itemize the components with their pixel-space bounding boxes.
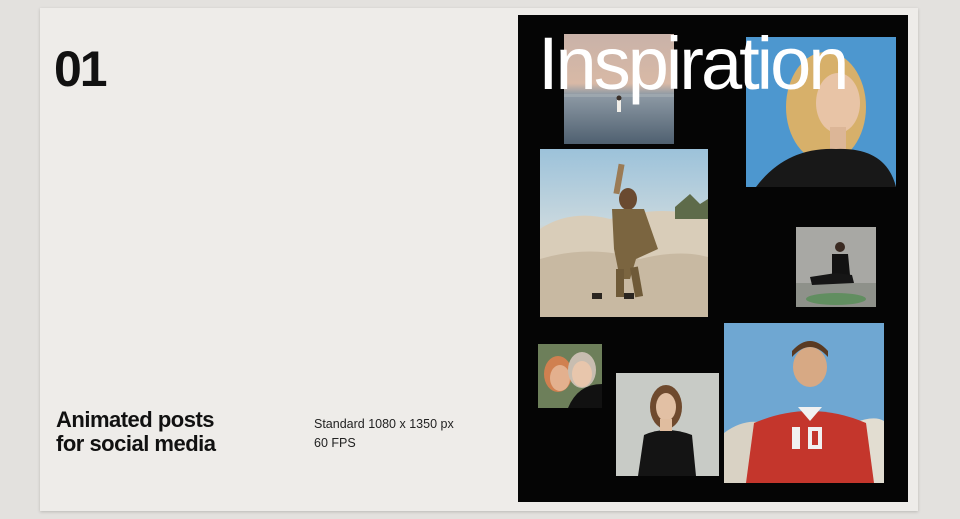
photo-two-faces — [538, 344, 602, 408]
poster-mockup: Inspiration — [518, 15, 908, 502]
woman-black-dress-image — [616, 373, 719, 476]
slide-title-line-2: for social media — [56, 431, 216, 456]
slide-specs: Standard 1080 x 1350 px 60 FPS — [314, 415, 454, 453]
photo-woman-on-rocks — [540, 149, 708, 317]
photo-man-red-jersey — [724, 323, 884, 483]
man-red-jersey-image — [724, 323, 884, 483]
two-faces-image — [538, 344, 602, 408]
photo-woman-black-dress — [616, 373, 719, 476]
spec-resolution: Standard 1080 x 1350 px — [314, 417, 454, 431]
woman-on-rocks-image — [540, 149, 708, 317]
seated-figure-image — [796, 227, 876, 307]
spec-fps: 60 FPS — [314, 436, 356, 450]
slide-title: Animated posts for social media — [56, 408, 216, 456]
slide-number: 01 — [54, 41, 108, 97]
poster-title: Inspiration — [538, 22, 849, 105]
slide-title-line-1: Animated posts — [56, 407, 215, 432]
slide-card: 01 Animated posts for social media Stand… — [40, 8, 918, 511]
photo-seated-figure — [796, 227, 876, 307]
